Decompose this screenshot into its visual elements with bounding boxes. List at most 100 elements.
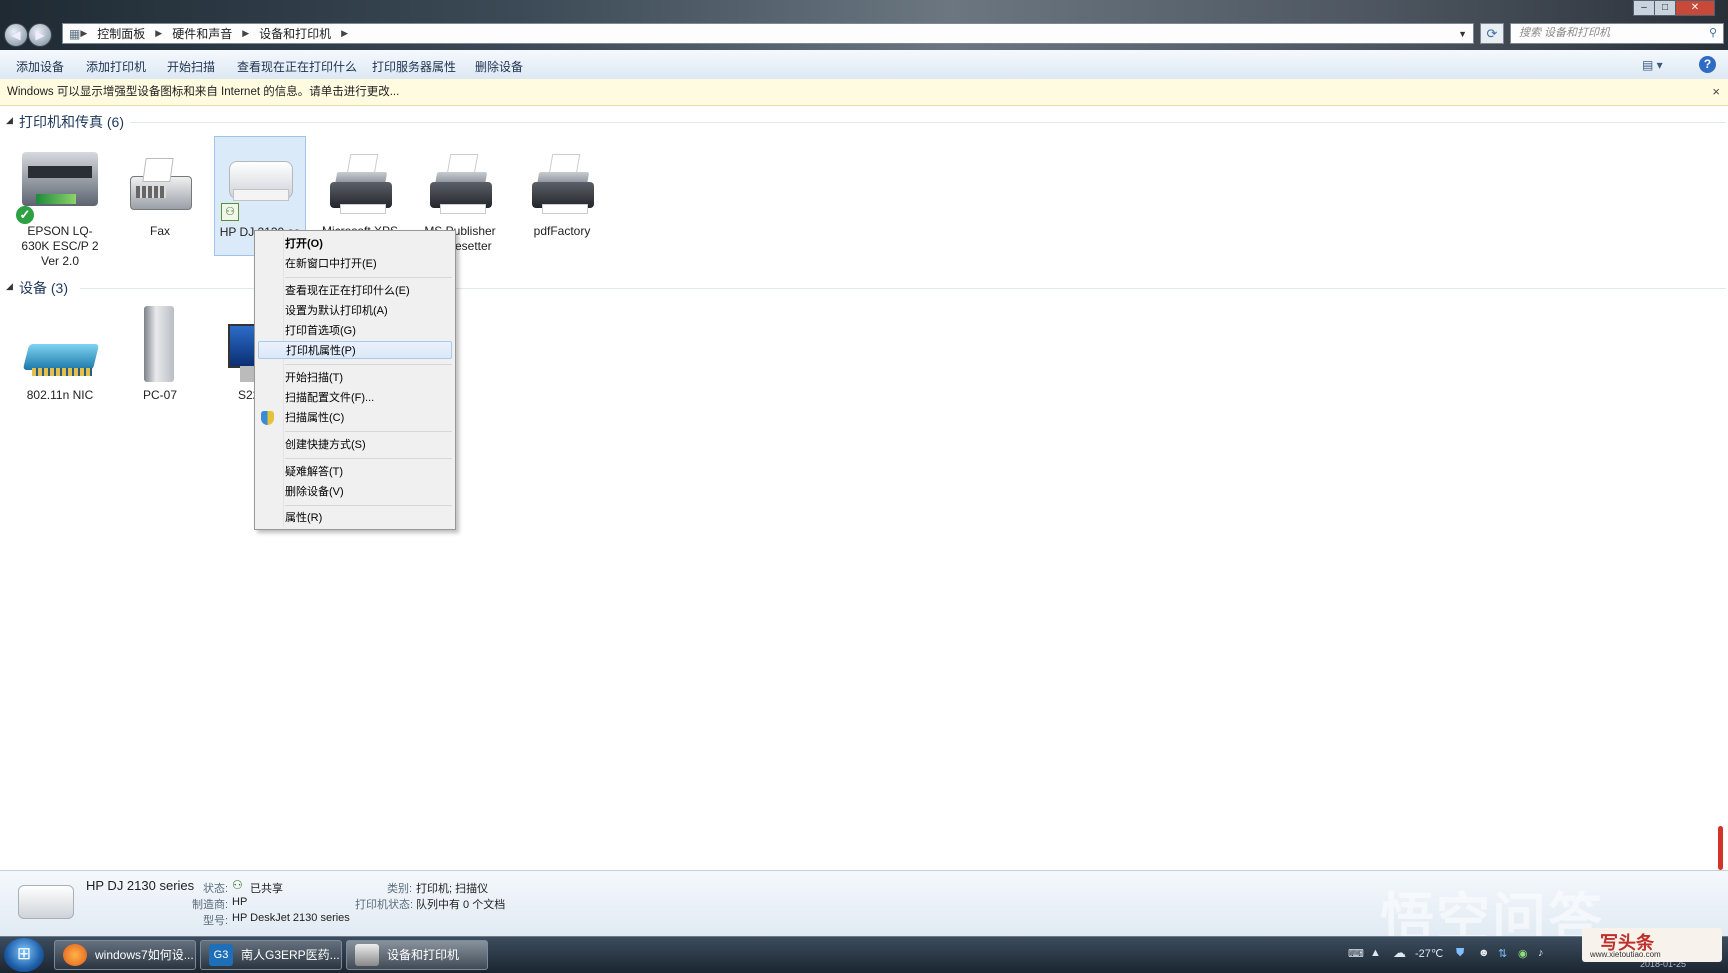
menu-item-properties[interactable]: 属性(R) — [285, 509, 322, 527]
forward-button[interactable]: ▶ — [28, 23, 52, 47]
menu-separator — [285, 364, 452, 365]
sync-icon[interactable]: ⇅ — [1498, 947, 1507, 960]
device-label: pdfFactory — [533, 224, 591, 238]
print-server-properties-button[interactable]: 打印服务器属性 — [372, 58, 456, 75]
address-bar[interactable]: ▦ ▶ 控制面板 ▶ 硬件和声音 ▶ 设备和打印机 ▶ ▼ — [62, 23, 1474, 44]
qq-penguin-icon[interactable]: ☻ — [1478, 947, 1490, 959]
device-label: PC-07 — [142, 388, 177, 402]
menu-item-printing-preferences[interactable]: 打印首选项(G) — [285, 322, 356, 340]
maximize-button[interactable]: □ — [1654, 0, 1676, 16]
shield-icon — [261, 411, 274, 425]
see-whats-printing-button[interactable]: 查看现在正在打印什么 — [237, 58, 357, 75]
windows-logo-icon: ⊞ — [16, 944, 32, 963]
breadcrumb-devices-printers[interactable]: 设备和打印机 — [249, 25, 341, 42]
keyboard-icon[interactable]: ⌨ — [1348, 947, 1364, 960]
context-menu: 打开(O) 在新窗口中打开(E) 查看现在正在打印什么(E) 设置为默认打印机(… — [254, 230, 456, 530]
printer-icon — [314, 146, 406, 224]
remove-device-button[interactable]: 删除设备 — [475, 58, 523, 75]
title-bar: ◀ ▶ ▦ ▶ 控制面板 ▶ 硬件和声音 ▶ 设备和打印机 ▶ ▼ ⟳ 搜索 设… — [0, 0, 1728, 50]
device-pc-07[interactable]: PC-07 — [114, 300, 206, 403]
menu-item-printer-properties[interactable]: 打印机属性(P) — [258, 341, 452, 359]
details-category-label: 类别: — [387, 883, 413, 895]
printer-icon — [516, 146, 608, 224]
menu-item-open-new-window[interactable]: 在新窗口中打开(E) — [285, 255, 377, 273]
default-check-icon: ✓ — [16, 206, 34, 224]
shared-users-icon: ⚇ — [221, 203, 239, 221]
add-device-button[interactable]: 添加设备 — [16, 58, 64, 75]
browser-icon — [63, 944, 87, 966]
details-manufacturer-label: 制造商: — [192, 899, 229, 911]
menu-item-scan-properties[interactable]: 扫描属性(C) — [285, 409, 344, 427]
brand-logo: 写头条 www.xietoutiao.com — [1582, 928, 1722, 962]
info-bar-close-icon[interactable]: × — [1712, 79, 1720, 105]
details-printer-status-value: 队列中有 0 个文档 — [416, 899, 506, 911]
control-panel-icon: ▦ — [69, 26, 81, 41]
device-wireless-nic[interactable]: 802.11n NIC — [14, 310, 106, 403]
search-input[interactable]: 搜索 设备和打印机 ⚲ — [1510, 23, 1724, 44]
details-category-value: 打印机; 扫描仪 — [416, 883, 489, 895]
menu-item-set-default[interactable]: 设置为默认打印机(A) — [285, 302, 388, 320]
menu-item-start-scan[interactable]: 开始扫描(T) — [285, 369, 343, 387]
device-epson-printer[interactable]: ✓ EPSON LQ-630K ESC/P 2 Ver 2.0 — [14, 146, 106, 269]
details-printer-status-label: 打印机状态: — [355, 899, 414, 911]
details-manufacturer-value: HP — [232, 896, 248, 908]
scroll-indicator — [1718, 826, 1723, 870]
menu-separator — [285, 277, 452, 278]
breadcrumb-separator: ▶ — [80, 28, 88, 38]
network-adapter-icon — [14, 310, 106, 388]
group-title: 设备 (3) — [19, 280, 68, 296]
printer-icon — [414, 146, 506, 224]
start-scan-button[interactable]: 开始扫描 — [167, 58, 215, 75]
taskbar-item-erp[interactable]: G3 南人G3ERP医药... — [200, 940, 342, 970]
temperature-text: -27℃ — [1415, 948, 1444, 960]
menu-item-scan-profiles[interactable]: 扫描配置文件(F)... — [285, 389, 374, 407]
breadcrumb-separator: ▶ — [242, 28, 250, 38]
network-icon[interactable]: ◉ — [1518, 947, 1528, 960]
view-options-icon[interactable]: ▤ ▾ — [1642, 58, 1663, 72]
minimize-button[interactable]: – — [1633, 0, 1655, 16]
volume-icon[interactable]: ♪ — [1538, 947, 1544, 959]
g3-app-icon: G3 — [209, 944, 233, 966]
weather-cloud-icon[interactable]: ☁ — [1393, 945, 1406, 961]
menu-item-troubleshoot[interactable]: 疑难解答(T) — [285, 463, 343, 481]
group-header-printers[interactable]: ◢ 打印机和传真 (6) — [0, 112, 1728, 132]
taskbar-item-devices-printers[interactable]: 设备和打印机 — [346, 940, 488, 970]
collapse-triangle-icon[interactable]: ◢ — [6, 115, 13, 126]
device-fax[interactable]: Fax — [114, 146, 206, 239]
info-bar-text[interactable]: Windows 可以显示增强型设备图标和来自 Internet 的信息。请单击进… — [7, 79, 399, 105]
address-dropdown-icon[interactable]: ▼ — [1452, 29, 1473, 39]
device-microsoft-xps[interactable]: Microsoft XPS — [314, 146, 406, 239]
taskbar-item-label: windows7如何设... — [95, 948, 194, 962]
collapse-triangle-icon[interactable]: ◢ — [6, 281, 13, 292]
info-bar[interactable]: Windows 可以显示增强型设备图标和来自 Internet 的信息。请单击进… — [0, 79, 1728, 106]
search-placeholder: 搜索 设备和打印机 — [1519, 27, 1611, 39]
command-bar: 添加设备 添加打印机 开始扫描 查看现在正在打印什么 打印服务器属性 删除设备 … — [0, 50, 1728, 80]
details-device-name: HP DJ 2130 series — [86, 878, 195, 893]
menu-separator — [285, 505, 452, 506]
add-printer-button[interactable]: 添加打印机 — [86, 58, 146, 75]
menu-item-see-printing[interactable]: 查看现在正在打印什么(E) — [285, 282, 410, 300]
search-icon[interactable]: ⚲ — [1709, 24, 1717, 43]
menu-item-create-shortcut[interactable]: 创建快捷方式(S) — [285, 436, 366, 454]
security-shield-icon[interactable]: ⛊ — [1456, 947, 1464, 960]
details-model-label: 型号: — [203, 915, 229, 927]
back-button[interactable]: ◀ — [4, 23, 28, 47]
taskbar-item-browser[interactable]: windows7如何设... — [54, 940, 196, 970]
menu-item-remove-device[interactable]: 删除设备(V) — [285, 483, 344, 501]
computer-tower-icon — [114, 300, 206, 388]
menu-separator — [285, 458, 452, 459]
details-model-value: HP DeskJet 2130 series — [232, 912, 350, 924]
device-label: Fax — [149, 224, 170, 238]
breadcrumb-control-panel[interactable]: 控制面板 — [87, 25, 155, 42]
start-button[interactable]: ⊞ — [4, 938, 44, 972]
shared-users-icon: ⚇ — [232, 878, 243, 892]
help-icon[interactable]: ? — [1699, 56, 1716, 73]
menu-item-open[interactable]: 打开(O) — [285, 235, 323, 253]
breadcrumb-hardware-sound[interactable]: 硬件和声音 — [162, 25, 242, 42]
menu-separator — [285, 431, 452, 432]
refresh-button[interactable]: ⟳ — [1480, 23, 1504, 44]
device-pdffactory[interactable]: pdfFactory — [516, 146, 608, 239]
close-button[interactable]: ✕ — [1675, 0, 1715, 16]
tray-expand-icon[interactable]: ▲ — [1370, 947, 1381, 959]
taskbar: ⊞ windows7如何设... G3 南人G3ERP医药... 设备和打印机 … — [0, 936, 1728, 973]
